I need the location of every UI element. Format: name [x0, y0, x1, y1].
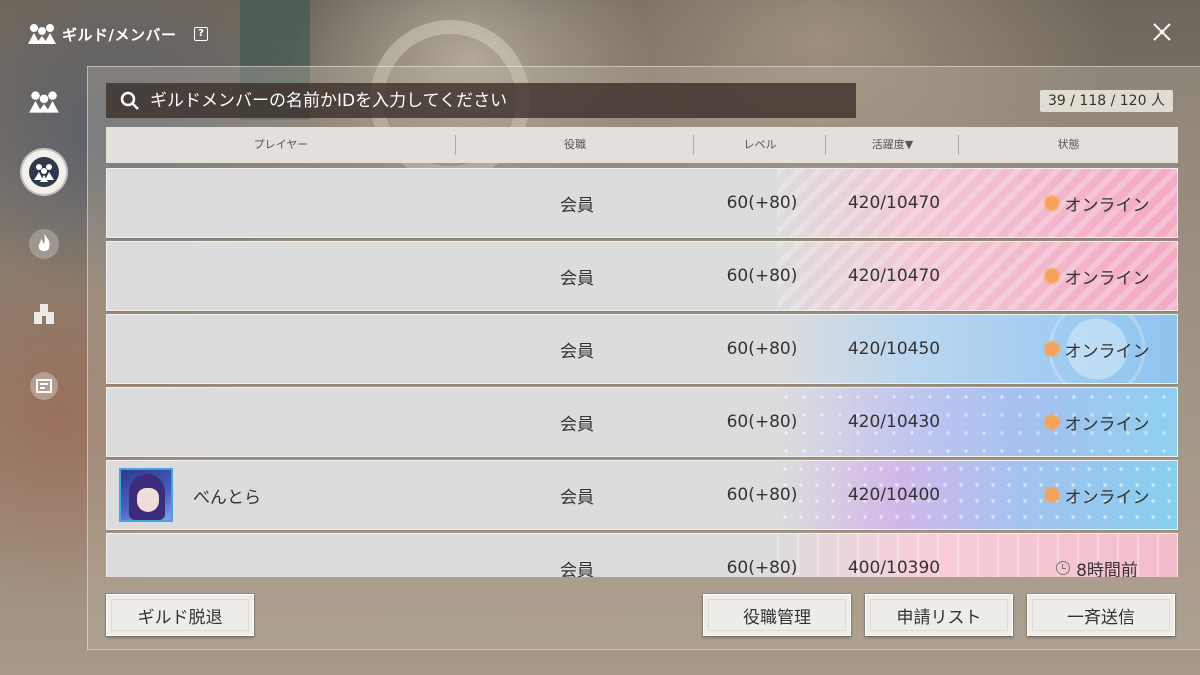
page-title: ギルド/メンバー	[62, 26, 177, 44]
member-status: オンライン	[1027, 461, 1167, 529]
member-list[interactable]: 会員 60(+80) 420/10470 オンライン 会員 60(+80) 42…	[106, 168, 1178, 577]
column-player: プレイヤー	[106, 135, 456, 155]
member-status: オンライン	[1027, 242, 1167, 310]
title-bar: ギルド/メンバー ?	[0, 0, 1200, 66]
member-status: オンライン	[1027, 169, 1167, 237]
role-management-button[interactable]: 役職管理	[703, 594, 851, 636]
member-status: オンライン	[1027, 388, 1167, 456]
sidebar-item-guild-shop[interactable]	[22, 364, 66, 408]
search-icon	[120, 91, 139, 110]
sun-icon	[1044, 196, 1059, 210]
member-status: オンライン	[1027, 315, 1167, 383]
member-status-text: 8時間前	[1076, 560, 1138, 578]
sidebar-item-battle[interactable]	[22, 222, 66, 266]
guild-members-icon	[29, 91, 59, 113]
member-activity: 420/10400	[847, 485, 941, 505]
member-activity: 420/10470	[847, 266, 941, 286]
member-activity: 420/10430	[847, 412, 941, 432]
sidebar	[0, 66, 87, 650]
column-status: 状態	[1057, 138, 1080, 151]
member-count: 39 / 118 / 120 人	[1040, 90, 1173, 112]
member-role: 会員	[560, 487, 594, 508]
group-icon	[29, 157, 59, 187]
member-role: 会員	[560, 268, 594, 289]
broadcast-button[interactable]: 一斉送信	[1027, 594, 1175, 636]
application-list-button[interactable]: 申請リスト	[865, 594, 1013, 636]
castle-icon	[34, 304, 54, 324]
member-activity: 420/10470	[847, 193, 941, 213]
guild-members-icon	[26, 22, 58, 46]
member-activity: 420/10450	[847, 339, 941, 359]
member-level: 60(+80)	[726, 266, 798, 286]
leave-guild-button[interactable]: ギルド脱退	[106, 594, 254, 636]
member-role: 会員	[560, 560, 594, 578]
member-level: 60(+80)	[726, 485, 798, 505]
column-level: レベル	[694, 135, 826, 155]
help-icon[interactable]: ?	[194, 27, 208, 41]
member-level: 60(+80)	[726, 193, 798, 213]
avatar[interactable]	[119, 468, 173, 522]
sun-icon	[1044, 488, 1059, 502]
clock-icon	[1056, 561, 1071, 575]
member-row[interactable]: 会員 60(+80) 420/10470 オンライン	[106, 168, 1178, 238]
sun-icon	[1044, 415, 1059, 429]
table-header: プレイヤー 役職 レベル 活躍度▼ 状態	[106, 127, 1178, 163]
member-row[interactable]: 会員 60(+80) 400/10390 8時間前	[106, 533, 1178, 577]
badge-icon	[30, 372, 58, 400]
member-level: 60(+80)	[726, 339, 798, 359]
sun-icon	[1044, 342, 1059, 356]
member-name: べんとら	[193, 487, 261, 508]
member-role: 会員	[560, 195, 594, 216]
member-row[interactable]: べんとら 会員 60(+80) 420/10400 オンライン	[106, 460, 1178, 530]
member-row[interactable]: 会員 60(+80) 420/10470 オンライン	[106, 241, 1178, 311]
member-status-text: オンライン	[1064, 268, 1150, 289]
flame-icon	[29, 229, 59, 259]
sidebar-item-guild[interactable]	[22, 80, 66, 124]
sidebar-item-members[interactable]	[22, 150, 66, 194]
member-level: 60(+80)	[726, 558, 798, 577]
column-activity-sort[interactable]: 活躍度▼	[826, 135, 959, 155]
sidebar-item-base[interactable]	[22, 292, 66, 336]
sun-icon	[1044, 269, 1059, 283]
search-input[interactable]	[150, 90, 856, 111]
close-button[interactable]	[1150, 20, 1174, 44]
member-level: 60(+80)	[726, 412, 798, 432]
member-status: 8時間前	[1027, 534, 1167, 577]
member-activity: 400/10390	[847, 558, 941, 577]
member-status-text: オンライン	[1064, 414, 1150, 435]
member-status-text: オンライン	[1064, 341, 1150, 362]
member-row[interactable]: 会員 60(+80) 420/10430 オンライン	[106, 387, 1178, 457]
member-row[interactable]: 会員 60(+80) 420/10450 オンライン	[106, 314, 1178, 384]
member-role: 会員	[560, 341, 594, 362]
member-role: 会員	[560, 414, 594, 435]
close-icon	[1153, 23, 1171, 41]
member-status-text: オンライン	[1064, 487, 1150, 508]
search-bar	[106, 83, 856, 118]
column-role: 役職	[456, 135, 694, 155]
avatar-face	[137, 488, 159, 512]
member-status-text: オンライン	[1064, 195, 1150, 216]
